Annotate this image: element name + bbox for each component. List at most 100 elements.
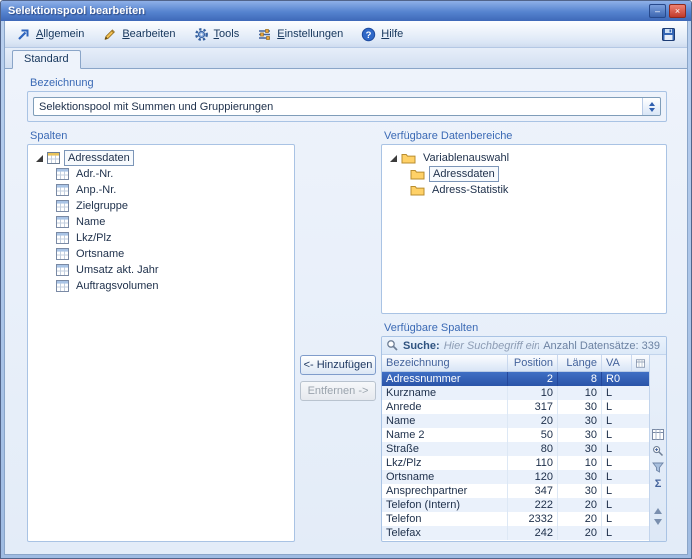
tab-strip: Standard <box>5 48 687 69</box>
tree-item-column[interactable]: Anp.-Nr. <box>31 182 291 198</box>
expander-icon[interactable] <box>36 154 43 162</box>
cell-va: L <box>606 513 613 525</box>
tree-item-label: Adressdaten <box>64 150 134 166</box>
search-bar: Suche: Anzahl Datensätze: 339 <box>382 337 666 355</box>
svg-text:?: ? <box>366 30 372 41</box>
cell-va: R0 <box>606 373 621 385</box>
header-cell-bezeichnung[interactable]: Bezeichnung <box>382 355 508 371</box>
table-row[interactable]: Name 20 30 L <box>382 414 649 428</box>
move-up-icon[interactable] <box>654 508 662 514</box>
move-down-icon[interactable] <box>654 519 662 525</box>
arrow-ne-icon <box>16 27 31 42</box>
tree-item-datenbereich[interactable]: Adressdaten <box>385 166 663 182</box>
tree-item-column[interactable]: Zielgruppe <box>31 198 291 214</box>
table-row[interactable]: Telefon (Intern) 222 20 L <box>382 498 649 512</box>
expander-icon[interactable] <box>390 154 397 162</box>
tree-item-column[interactable]: Umsatz akt. Jahr <box>31 262 291 278</box>
column-icon <box>56 216 69 228</box>
toolbar-button-label: Allgemein <box>36 28 85 40</box>
grid-icon[interactable] <box>652 429 664 440</box>
tree-item-variablenauswahl[interactable]: Variablenauswahl <box>385 150 663 166</box>
tree-item-column[interactable]: Ortsname <box>31 246 291 262</box>
column-icon <box>56 248 69 260</box>
column-icon <box>56 232 69 244</box>
cell-va: L <box>606 527 613 539</box>
toolbar-button-einstellungen[interactable]: Einstellungen <box>250 23 352 46</box>
tree-item-label: Zielgruppe <box>76 200 128 212</box>
cell-laenge: 30 <box>558 428 602 442</box>
group-label-datenbereiche: Verfügbare Datenbereiche <box>384 130 513 142</box>
close-button[interactable]: × <box>669 4 686 18</box>
table-row[interactable]: Adressnummer 2 8 R0 <box>382 372 649 386</box>
table-row[interactable]: Telefon 2332 20 L <box>382 512 649 526</box>
filter-icon[interactable] <box>652 462 664 473</box>
cell-va: L <box>606 499 613 511</box>
header-cell-laenge[interactable]: Länge <box>558 355 602 371</box>
bezeichnung-panel: Selektionspool mit Summen und Gruppierun… <box>27 91 667 122</box>
cell-bezeichnung: Lkz/Plz <box>382 456 508 470</box>
cell-position: 10 <box>508 386 558 400</box>
transfer-remove-button[interactable]: Entfernen -> <box>300 381 376 401</box>
gear-icon <box>194 27 209 42</box>
sliders-icon <box>257 27 272 42</box>
toolbar: Allgemein Bearbeiten Tools Einstellungen… <box>5 21 687 48</box>
toolbar-button-hilfe[interactable]: ? Hilfe <box>354 23 412 46</box>
bezeichnung-combobox[interactable]: Selektionspool mit Summen und Gruppierun… <box>33 97 661 116</box>
group-label-spalten: Spalten <box>30 130 68 142</box>
cell-position: 2332 <box>508 512 558 526</box>
header-cell-va[interactable]: VA <box>602 355 632 371</box>
group-bezeichnung: Bezeichnung Selektionspool mit Summen un… <box>27 77 667 122</box>
table-row[interactable]: Ansprechpartner 347 30 L <box>382 484 649 498</box>
table-row[interactable]: Telefax 242 20 L <box>382 526 649 540</box>
toolbar-button-tools[interactable]: Tools <box>187 23 249 46</box>
cell-bezeichnung: Name <box>382 414 508 428</box>
toolbar-button-bearbeiten[interactable]: Bearbeiten <box>95 23 184 46</box>
datenbereiche-tree-children: Adressdaten Adress-Statistik <box>385 166 663 198</box>
tree-item-adressdaten-root[interactable]: Adressdaten <box>31 150 291 166</box>
cell-position: 347 <box>508 484 558 498</box>
table-row[interactable]: Ortsname 120 30 L <box>382 470 649 484</box>
table-row[interactable]: Lkz/Plz 110 10 L <box>382 456 649 470</box>
tree-item-column[interactable]: Adr.-Nr. <box>31 166 291 182</box>
sum-icon[interactable]: Σ <box>655 478 662 490</box>
tree-item-datenbereich[interactable]: Adress-Statistik <box>385 182 663 198</box>
tab-standard[interactable]: Standard <box>12 50 81 69</box>
cell-laenge: 30 <box>558 414 602 428</box>
cell-bezeichnung: Ortsname <box>382 470 508 484</box>
table-row[interactable]: Name 2 50 30 L <box>382 428 649 442</box>
combobox-dropdown-button[interactable] <box>642 98 660 115</box>
transfer-add-button[interactable]: <- Hinzufügen <box>300 355 376 375</box>
zoom-icon[interactable] <box>652 445 664 457</box>
table-row[interactable]: Straße 80 30 L <box>382 442 649 456</box>
cell-position: 50 <box>508 428 558 442</box>
toolbar-button-allgemein[interactable]: Allgemein <box>9 23 93 46</box>
tree-item-column[interactable]: Lkz/Plz <box>31 230 291 246</box>
tab-page-standard: Bezeichnung Selektionspool mit Summen un… <box>5 69 687 554</box>
tree-item-label: Adr.-Nr. <box>76 168 114 180</box>
cell-position: 222 <box>508 498 558 512</box>
cell-bezeichnung: Telefon (Intern) <box>382 498 508 512</box>
cell-va: L <box>606 485 613 497</box>
table-row[interactable]: Anrede 317 30 L <box>382 400 649 414</box>
titlebar-buttons: – × <box>649 4 686 18</box>
right-column: Verfügbare Datenbereiche Variablenauswah… <box>381 130 667 542</box>
header-cell-position[interactable]: Position <box>508 355 558 371</box>
column-chooser-icon[interactable] <box>632 355 649 371</box>
tree-item-column[interactable]: Name <box>31 214 291 230</box>
tree-item-label: Ortsname <box>76 248 125 260</box>
record-count: Anzahl Datensätze: 339 <box>543 339 660 352</box>
cell-bezeichnung: Kurzname <box>382 386 508 400</box>
tree-item-column[interactable]: Auftragsvolumen <box>31 278 291 294</box>
search-input[interactable] <box>443 339 540 352</box>
spalten-tree-children: Adr.-Nr. Anp.-Nr. Zielgruppe Name Lkz/Pl… <box>31 166 291 294</box>
cell-laenge: 10 <box>558 456 602 470</box>
minimize-button[interactable]: – <box>649 4 666 18</box>
cell-laenge: 8 <box>558 372 602 386</box>
search-icon <box>386 339 399 352</box>
table-row[interactable]: Kurzname 10 10 L <box>382 386 649 400</box>
save-button[interactable] <box>656 23 681 46</box>
tree-item-label: Auftragsvolumen <box>76 280 159 292</box>
spalten-tree: Adressdaten Adr.-Nr. Anp.-Nr. Zielgruppe… <box>28 145 294 299</box>
cell-position: 110 <box>508 456 558 470</box>
group-label-verfuegbare-spalten: Verfügbare Spalten <box>384 322 479 334</box>
